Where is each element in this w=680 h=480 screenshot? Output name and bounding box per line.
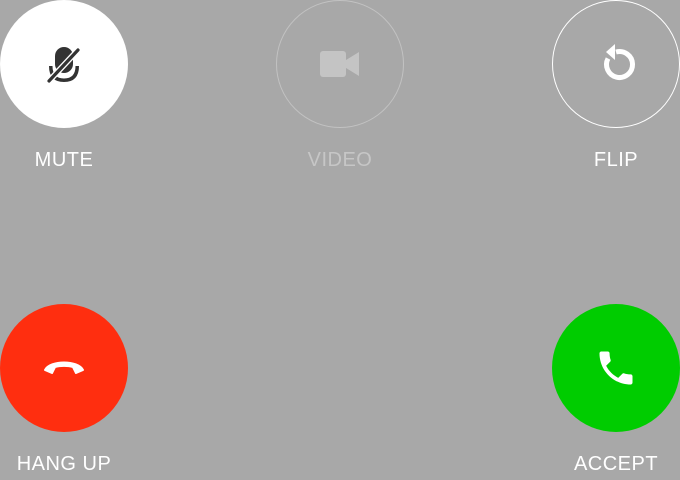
flip-button[interactable]: [552, 0, 680, 128]
accept-control: ACCEPT: [552, 304, 680, 477]
video-control: VIDEO: [276, 0, 404, 173]
video-button[interactable]: [276, 0, 404, 128]
video-camera-icon: [319, 48, 361, 80]
hang-up-control: HANG UP: [0, 304, 128, 477]
flip-camera-icon: [594, 42, 638, 86]
mute-control: MUTE: [0, 0, 128, 173]
phone-icon: [594, 346, 638, 390]
video-label: VIDEO: [307, 149, 373, 171]
accept-button[interactable]: [552, 304, 680, 432]
accept-label: ACCEPT: [573, 453, 659, 475]
mute-label: MUTE: [34, 149, 94, 171]
flip-control: FLIP: [552, 0, 680, 173]
mute-button[interactable]: [0, 0, 128, 128]
hang-up-icon: [42, 358, 86, 378]
hang-up-button[interactable]: [0, 304, 128, 432]
mic-off-icon: [41, 41, 87, 87]
flip-label: FLIP: [593, 149, 639, 171]
hang-up-label: HANG UP: [16, 453, 112, 475]
